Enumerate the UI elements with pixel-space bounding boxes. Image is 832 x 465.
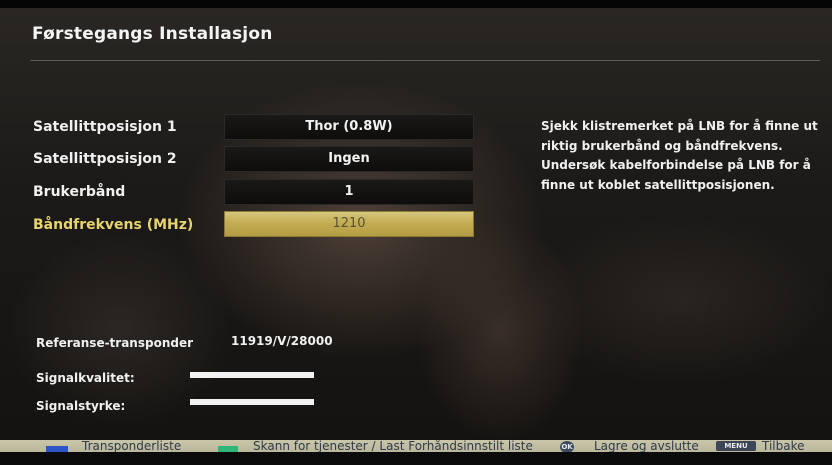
satellite-position-2-label: Satellittposisjon 2 <box>33 151 177 167</box>
reference-transponder-value: 11919/V/28000 <box>231 334 333 348</box>
user-band-label: Brukerbånd <box>33 184 126 200</box>
menu-key-icon: MENU <box>716 441 756 451</box>
signal-quality-label: Signalkvalitet: <box>36 371 135 385</box>
signal-quality-fill <box>190 372 314 378</box>
signal-strength-label: Signalstyrke: <box>36 399 126 413</box>
tv-bezel-bottom <box>0 452 832 465</box>
user-band-value[interactable]: 1 <box>224 179 474 205</box>
signal-strength-bar <box>190 399 314 405</box>
title-divider <box>30 60 820 61</box>
tv-screen: Førstegangs Installasjon Satellittposisj… <box>0 0 832 465</box>
reference-transponder-label: Referanse-transponder <box>36 336 194 350</box>
signal-quality-bar <box>190 372 314 378</box>
page-title: Førstegangs Installasjon <box>32 24 273 44</box>
help-text: Sjekk klistremerket på LNB for å finne u… <box>541 119 818 192</box>
signal-strength-fill <box>190 399 314 405</box>
satellite-position-2-value[interactable]: Ingen <box>224 146 474 172</box>
satellite-position-1-label: Satellittposisjon 1 <box>33 119 177 135</box>
band-frequency-label: Båndfrekvens (MHz) <box>33 217 194 233</box>
band-frequency-value[interactable]: 1210 <box>224 211 474 237</box>
tv-bezel-top <box>0 0 832 8</box>
satellite-position-1-value[interactable]: Thor (0.8W) <box>224 114 474 140</box>
